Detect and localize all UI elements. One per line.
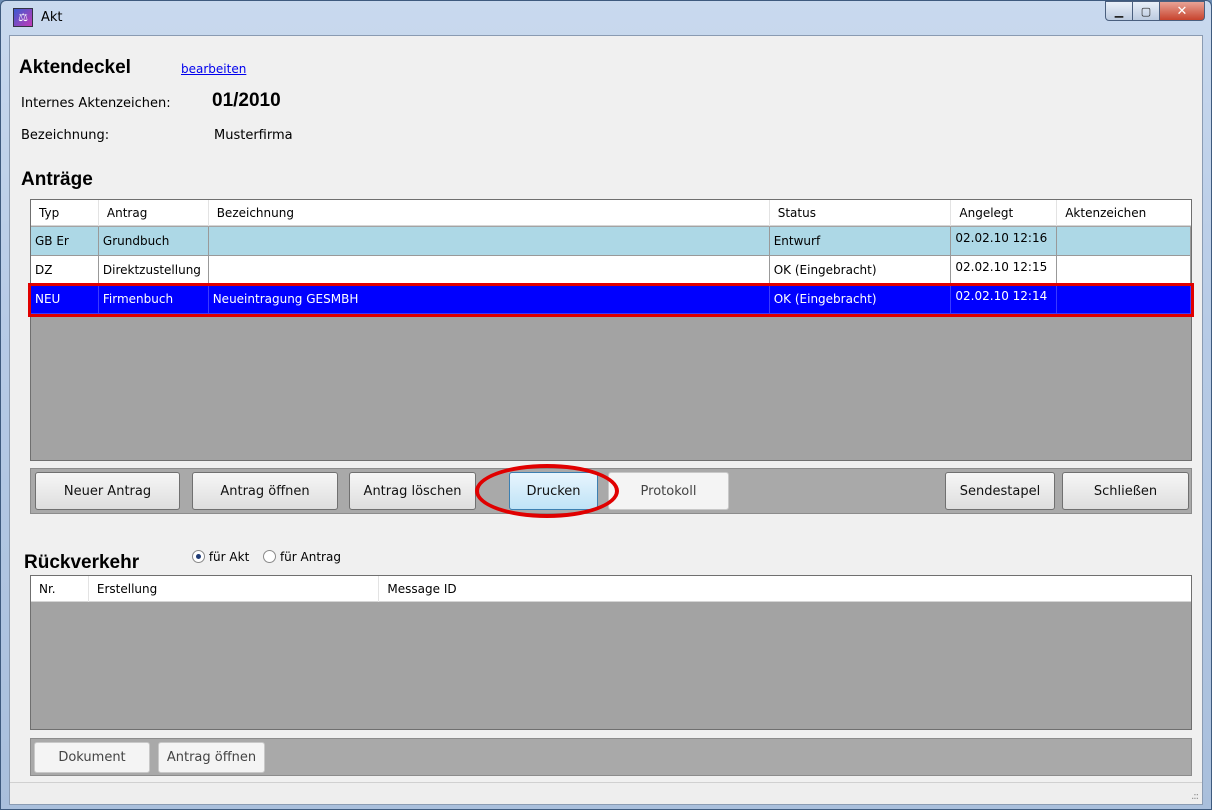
app-logo-icon: ⚖ (13, 8, 33, 27)
cell-antrag: Grundbuch (98, 227, 209, 256)
antraege-toolbar: Neuer Antrag Antrag öffnen Antrag lösche… (30, 468, 1192, 514)
column-header-angelegt[interactable]: Angelegt (951, 200, 1058, 226)
antraege-table[interactable]: Typ Antrag Bezeichnung Status Angelegt A… (30, 199, 1192, 461)
cell-aktenzeichen (1057, 256, 1191, 285)
cell-antrag: Direktzustellung (98, 256, 209, 285)
cell-bezeichnung: Neueintragung GESMBH (208, 285, 770, 314)
cell-aktenzeichen (1057, 227, 1191, 256)
radio-akt[interactable]: für Akt (192, 550, 249, 564)
cell-status: OK (Eingebracht) (769, 256, 952, 285)
new-antrag-button[interactable]: Neuer Antrag (35, 472, 180, 510)
cell-typ: DZ (31, 256, 99, 285)
column-header-message-id[interactable]: Message ID (379, 576, 1191, 602)
table-row[interactable]: DZ Direktzustellung OK (Eingebracht) 02.… (31, 256, 1191, 285)
column-header-erstellung[interactable]: Erstellung (89, 576, 380, 602)
cell-status: OK (Eingebracht) (769, 285, 952, 314)
minimize-button[interactable]: ▁ (1105, 1, 1133, 21)
radio-antrag[interactable]: für Antrag (263, 550, 341, 564)
cell-bezeichnung (208, 227, 770, 256)
cell-aktenzeichen (1057, 285, 1191, 314)
app-window: ⚖ Akt ▁ ▢ ✕ Aktendeckel bearbeiten Inter… (0, 0, 1212, 810)
designation-value: Musterfirma (214, 128, 293, 143)
column-header-nr[interactable]: Nr. (31, 576, 89, 602)
rueckverkehr-heading: Rückverkehr (24, 552, 140, 573)
cell-status: Entwurf (769, 227, 952, 256)
close-window-button[interactable]: ✕ (1160, 1, 1205, 21)
column-header-aktenzeichen[interactable]: Aktenzeichen (1057, 200, 1191, 226)
table-row[interactable]: GB Er Grundbuch Entwurf 02.02.10 12:16 (31, 227, 1191, 256)
column-header-bezeichnung[interactable]: Bezeichnung (209, 200, 770, 226)
table-row-selected[interactable]: NEU Firmenbuch Neueintragung GESMBH OK (… (31, 285, 1191, 314)
send-stack-button[interactable]: Sendestapel (945, 472, 1055, 510)
rueckverkehr-toolbar: Dokument Antrag öffnen (30, 738, 1192, 776)
cell-angelegt: 02.02.10 12:15 (951, 256, 1058, 285)
print-button[interactable]: Drucken (509, 472, 598, 510)
close-button[interactable]: Schließen (1062, 472, 1189, 510)
radio-unselected-icon (263, 550, 277, 563)
column-header-typ[interactable]: Typ (31, 200, 99, 226)
open-antrag-button[interactable]: Antrag öffnen (192, 472, 338, 510)
cell-bezeichnung (208, 256, 770, 285)
delete-antrag-button[interactable]: Antrag löschen (349, 472, 476, 510)
client-area: Aktendeckel bearbeiten Internes Aktenzei… (9, 35, 1203, 805)
internal-ref-value: 01/2010 (212, 90, 281, 111)
maximize-icon: ▢ (1140, 4, 1152, 18)
window-controls: ▁ ▢ ✕ (1105, 1, 1205, 21)
cell-antrag: Firmenbuch (98, 285, 209, 314)
open-antrag-return-button[interactable]: Antrag öffnen (158, 742, 265, 773)
radio-akt-label: für Akt (208, 550, 250, 564)
title-bar[interactable]: ⚖ Akt ▁ ▢ ✕ (1, 1, 1211, 35)
column-header-antrag[interactable]: Antrag (99, 200, 209, 226)
cell-angelegt: 02.02.10 12:16 (951, 227, 1058, 256)
maximize-button[interactable]: ▢ (1133, 1, 1160, 21)
column-header-status[interactable]: Status (770, 200, 952, 226)
rueckverkehr-table[interactable]: Nr. Erstellung Message ID (30, 575, 1192, 730)
window-title: Akt (41, 10, 63, 25)
edit-link[interactable]: bearbeiten (181, 62, 246, 76)
close-icon: ✕ (1176, 3, 1188, 19)
document-button[interactable]: Dokument (34, 742, 150, 773)
aktendeckel-heading: Aktendeckel (19, 57, 131, 78)
radio-antrag-label: für Antrag (279, 550, 341, 564)
minimize-icon: ▁ (1114, 4, 1124, 18)
status-bar: .:: (10, 782, 1202, 804)
antraege-heading: Anträge (21, 169, 93, 190)
radio-selected-icon (192, 550, 205, 563)
internal-ref-label: Internes Aktenzeichen: (21, 96, 171, 111)
cell-angelegt: 02.02.10 12:14 (951, 285, 1058, 314)
table-header: Typ Antrag Bezeichnung Status Angelegt A… (31, 200, 1191, 226)
resize-grip-icon[interactable]: .:: (1191, 791, 1199, 802)
cell-typ: GB Er (31, 227, 99, 256)
designation-label: Bezeichnung: (21, 128, 110, 143)
protocol-button[interactable]: Protokoll (608, 472, 729, 510)
scope-radio-group: für Akt für Antrag (192, 550, 341, 564)
cell-typ: NEU (31, 285, 99, 314)
table-header: Nr. Erstellung Message ID (31, 576, 1191, 602)
